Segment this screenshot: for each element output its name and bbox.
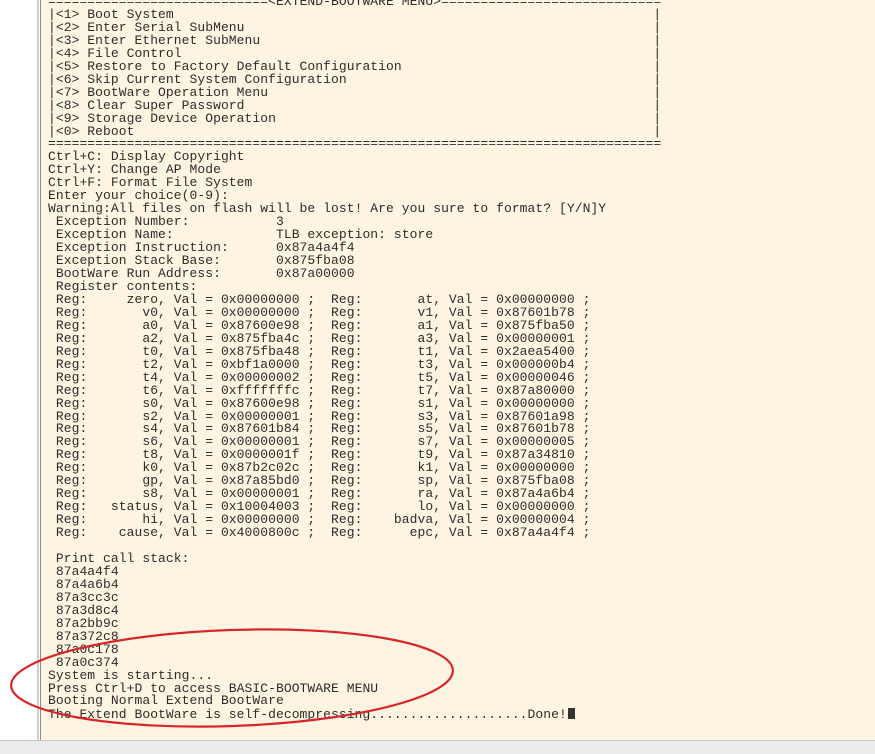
terminal-line: Reg: cause, Val = 0x4000800c ; Reg: epc,… — [55, 525, 591, 541]
left-divider — [37, 0, 39, 740]
terminal-last-line: The Extend BootWare is self-decompressin… — [48, 707, 567, 723]
terminal-lines: ============================<EXTEND-BOOT… — [48, 0, 661, 708]
terminal-window[interactable]: ============================<EXTEND-BOOT… — [40, 0, 875, 740]
terminal-line: Booting Normal Extend BootWare — [48, 693, 284, 709]
left-gutter — [0, 0, 37, 740]
bottom-scrollbar[interactable] — [0, 740, 875, 754]
terminal-output: ============================<EXTEND-BOOT… — [48, 0, 661, 722]
text-cursor — [567, 708, 575, 720]
